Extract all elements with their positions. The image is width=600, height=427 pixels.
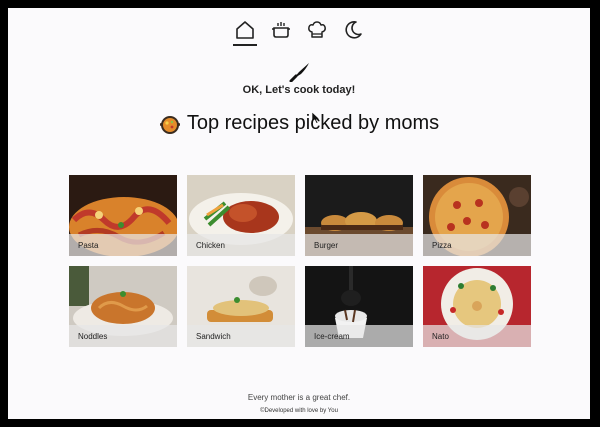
recipe-label: Noddles	[78, 332, 108, 341]
knife-icon	[289, 60, 311, 83]
recipe-card-nato[interactable]: Nato	[423, 266, 531, 347]
home-icon[interactable]	[233, 18, 257, 46]
recipe-card-chicken[interactable]: Chicken	[187, 175, 295, 256]
section-title: Top recipes picked by moms	[186, 112, 440, 134]
chef-hat-icon[interactable]	[305, 18, 329, 42]
footer-quote: Every mother is a great chef.	[247, 393, 351, 402]
moon-icon[interactable]	[341, 18, 365, 42]
recipe-card-sandwich[interactable]: Sandwich	[187, 266, 295, 347]
cooking-pot-icon[interactable]	[269, 18, 293, 42]
pot-emoji-icon	[159, 113, 181, 135]
recipe-label: Pizza	[432, 241, 452, 250]
recipe-card-pasta[interactable]: Pasta	[69, 175, 177, 256]
hero-tagline: OK, Let's cook today!	[242, 84, 356, 96]
recipe-label: Pasta	[78, 241, 99, 250]
recipe-label: Sandwich	[196, 332, 231, 341]
recipe-label: Burger	[314, 241, 339, 250]
recipe-card-burger[interactable]: Burger	[305, 175, 413, 256]
recipe-card-ice-cream[interactable]: Ice-cream	[305, 266, 413, 347]
top-nav	[8, 18, 590, 46]
recipe-grid: Pasta Chicken Burger Pizza Noddles Sandw…	[69, 175, 531, 347]
recipe-label: Ice-cream	[314, 332, 350, 341]
recipe-label: Nato	[432, 332, 449, 341]
footer-credit: ©Developed with love by You	[260, 408, 338, 414]
recipe-card-noddles[interactable]: Noddles	[69, 266, 177, 347]
app-window: OK, Let's cook today! Top recipes picked…	[8, 8, 590, 419]
recipe-card-pizza[interactable]: Pizza	[423, 175, 531, 256]
recipe-label: Chicken	[196, 241, 225, 250]
section-heading: Top recipes picked by moms	[8, 112, 590, 135]
